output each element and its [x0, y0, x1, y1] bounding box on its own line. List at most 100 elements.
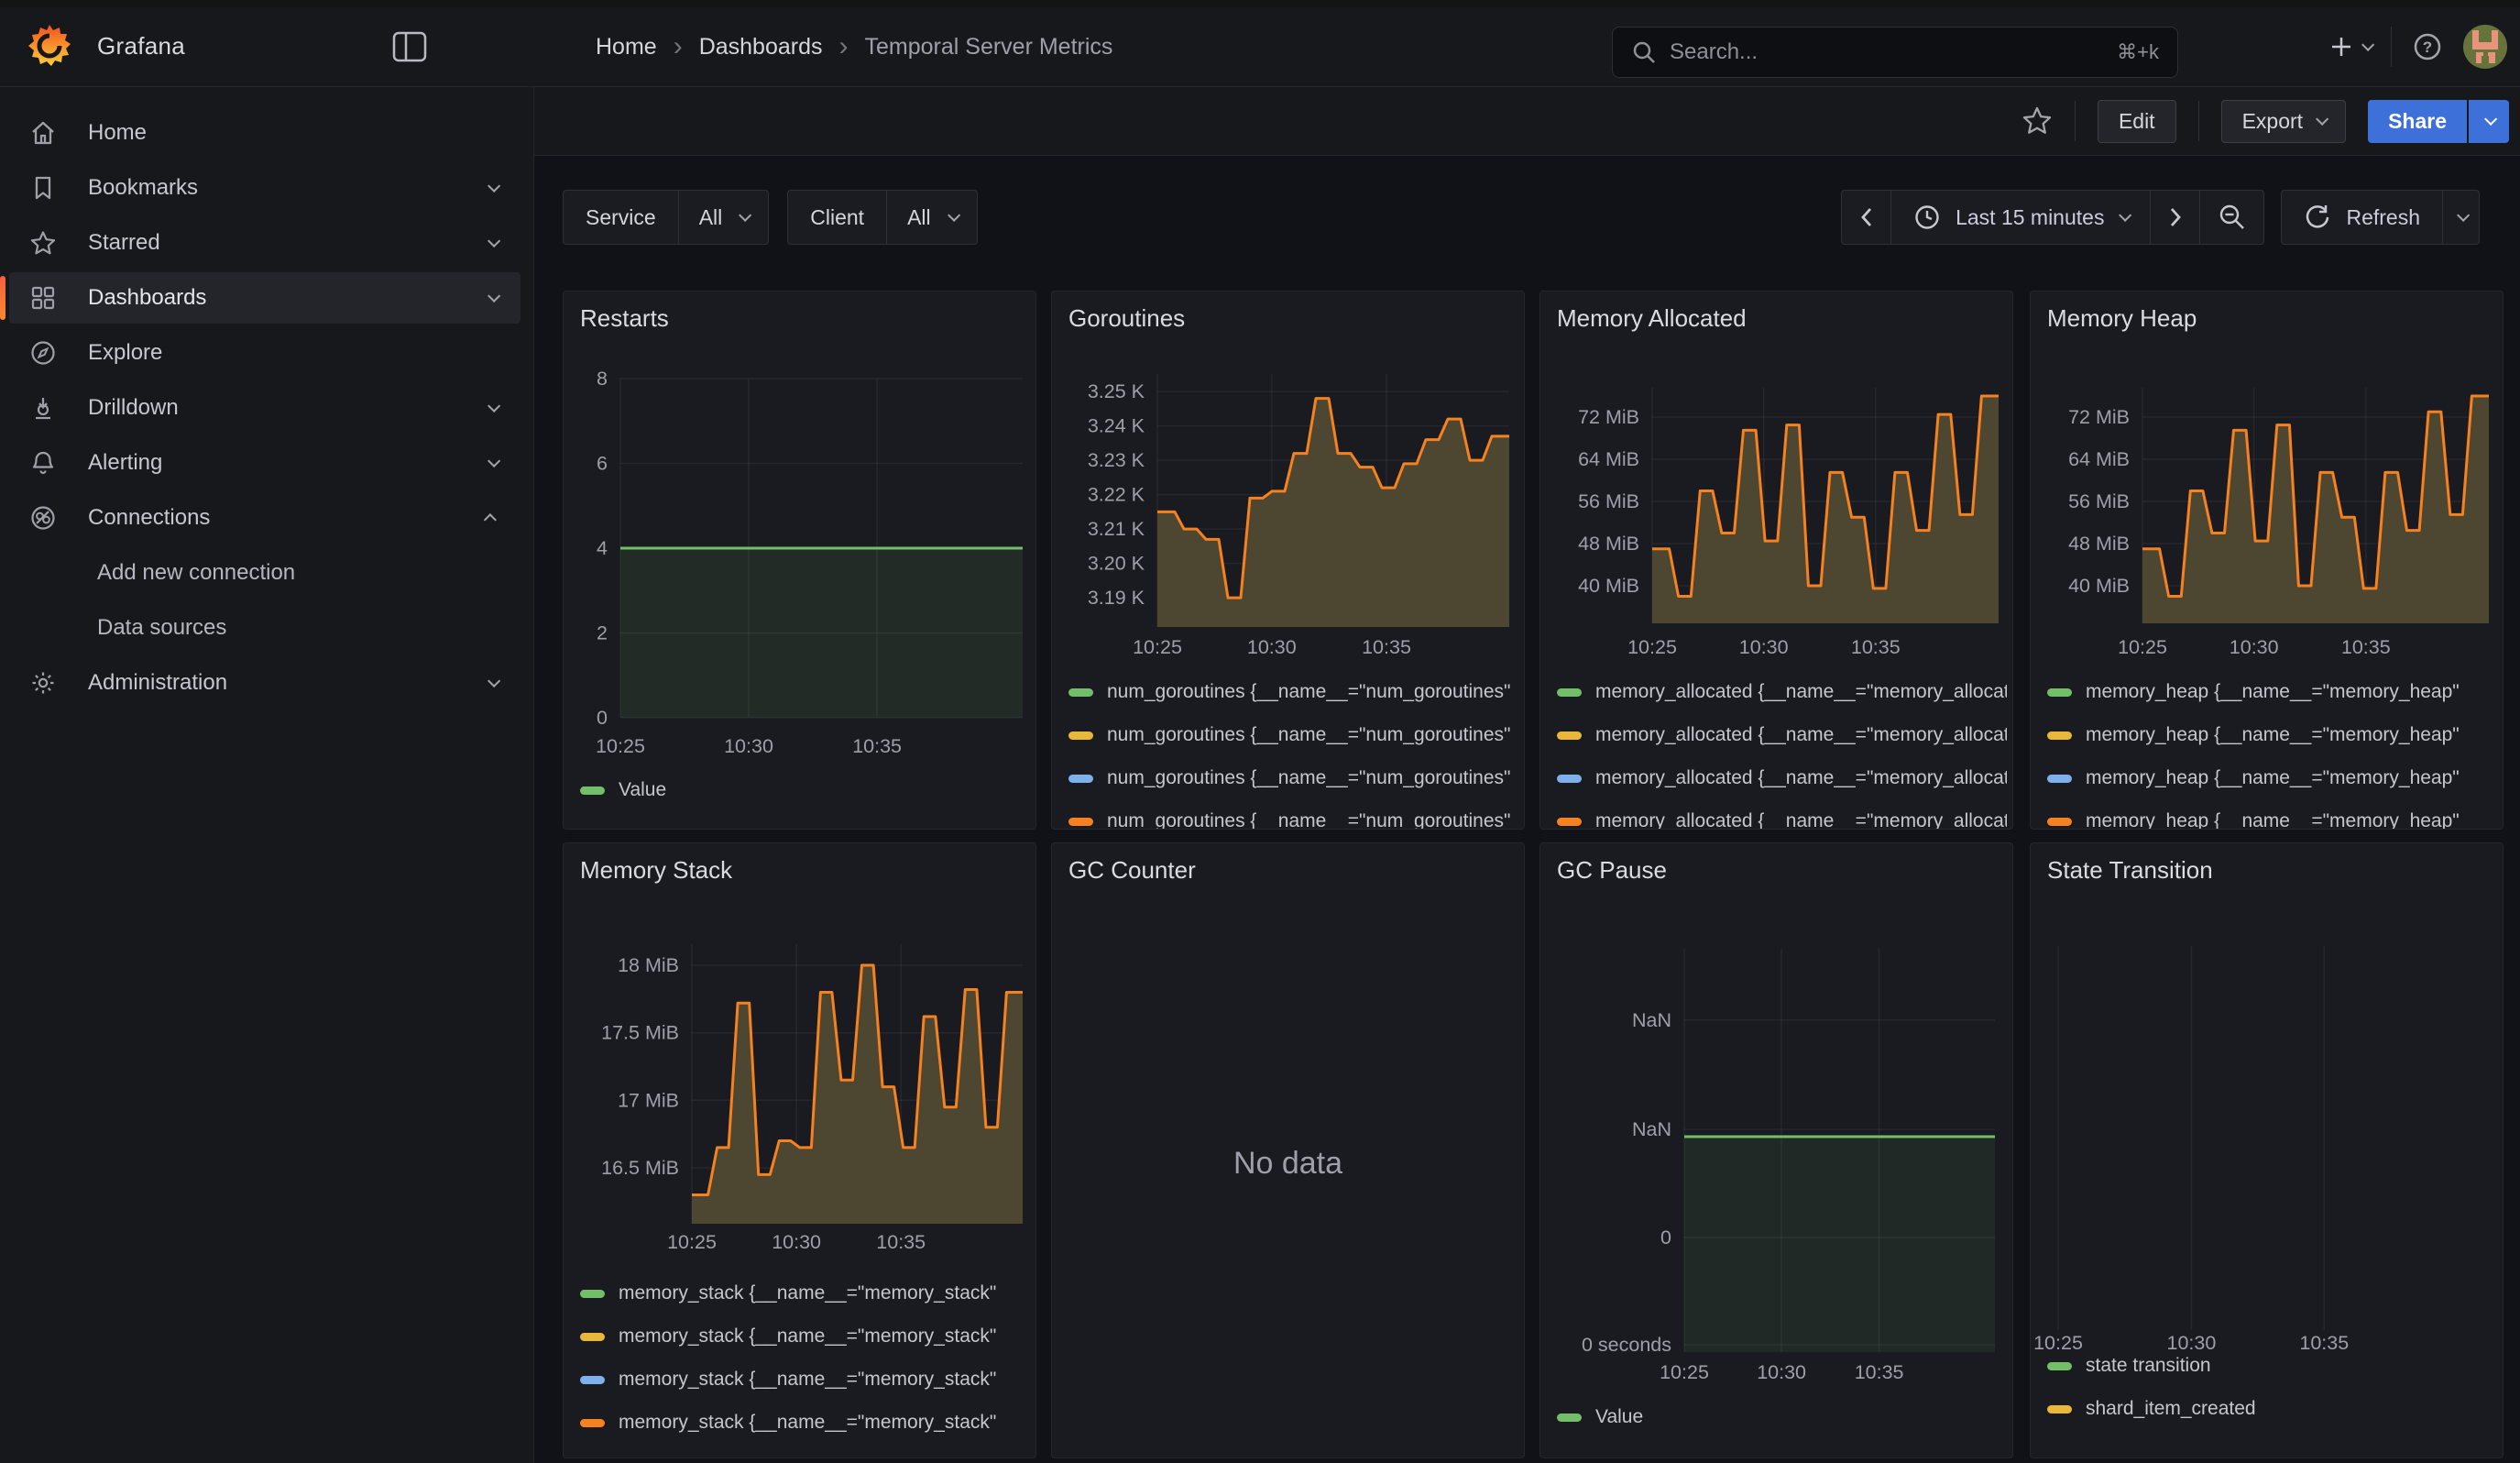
bell-icon — [29, 449, 57, 477]
refresh-button[interactable]: Refresh — [2281, 190, 2443, 245]
sidebar-item-administration[interactable]: Administration — [9, 657, 520, 709]
panel-title[interactable]: Memory Heap — [2047, 304, 2197, 333]
bookmark-icon — [29, 174, 57, 202]
legend-item[interactable]: memory_heap {__name__="memory_heap" — [2047, 680, 2497, 704]
legend-item[interactable]: memory_stack {__name__="memory_stack" — [580, 1368, 1030, 1392]
add-new-button[interactable] — [2328, 34, 2371, 60]
svg-text:3.25 K: 3.25 K — [1088, 380, 1145, 402]
help-icon[interactable]: ? — [2412, 31, 2443, 62]
search-icon — [1631, 39, 1657, 65]
chevron-down-icon[interactable] — [488, 455, 500, 468]
chevron-down-icon[interactable] — [488, 235, 500, 248]
legend-item[interactable]: memory_stack {__name__="memory_stack" — [580, 1282, 1030, 1305]
time-controls: Last 15 minutes Refresh — [1841, 190, 2480, 245]
grafana-logo-icon[interactable] — [26, 22, 73, 70]
sidebar-item-connections[interactable]: Connections — [9, 492, 520, 544]
sidebar-item-alerting[interactable]: Alerting — [9, 437, 520, 489]
panel-title[interactable]: Restarts — [580, 304, 669, 333]
svg-text:40 MiB: 40 MiB — [1578, 575, 1639, 597]
chevron-down-icon — [2484, 113, 2497, 126]
sidebar-item-explore[interactable]: Explore — [9, 327, 520, 379]
chevron-down-icon[interactable] — [488, 675, 500, 688]
legend-item[interactable]: memory_allocated {__name__="memory_alloc… — [1557, 680, 2007, 704]
legend-item[interactable]: num_goroutines {__name__="num_goroutines… — [1068, 723, 1518, 747]
service-variable-select[interactable]: All — [679, 190, 770, 245]
time-back-button[interactable] — [1841, 190, 1891, 245]
svg-text:10:35: 10:35 — [2341, 636, 2391, 658]
panel-title[interactable]: Memory Allocated — [1557, 304, 1747, 333]
svg-text:10:35: 10:35 — [1855, 1361, 1904, 1383]
client-variable-label: Client — [787, 190, 887, 245]
legend-item[interactable]: num_goroutines {__name__="num_goroutines… — [1068, 766, 1518, 790]
panel-gc-counter: GC CounterNo data — [1051, 842, 1525, 1458]
svg-text:10:30: 10:30 — [724, 735, 773, 757]
panel-title[interactable]: Memory Stack — [580, 856, 732, 885]
legend-item[interactable]: num_goroutines {__name__="num_goroutines… — [1068, 680, 1518, 704]
user-avatar[interactable] — [2463, 25, 2507, 69]
sidebar-item-bookmarks[interactable]: Bookmarks — [9, 162, 520, 214]
chart-gc-pause[interactable]: NaNNaN00 seconds10:2510:3010:35 — [1540, 843, 2013, 1458]
favorite-star-icon[interactable] — [2021, 105, 2053, 137]
legend-item[interactable]: memory_stack {__name__="memory_stack" — [580, 1411, 1030, 1435]
legend-item[interactable]: shard_item_created — [2047, 1397, 2497, 1421]
legend-series-label: memory_heap {__name__="memory_heap" — [2086, 767, 2460, 789]
legend-series-marker — [2047, 775, 2072, 783]
legend-item[interactable]: memory_allocated {__name__="memory_alloc… — [1557, 766, 2007, 790]
time-range-picker[interactable]: Last 15 minutes — [1891, 190, 2150, 245]
panel-title[interactable]: GC Counter — [1068, 856, 1196, 885]
svg-text:56 MiB: 56 MiB — [1578, 490, 1639, 512]
edit-button[interactable]: Edit — [2098, 100, 2176, 143]
breadcrumb-dashboards[interactable]: Dashboards — [699, 34, 823, 60]
sidebar-item-add-new-connection[interactable]: Add new connection — [9, 547, 520, 599]
sidebar-item-drilldown[interactable]: Drilldown — [9, 382, 520, 434]
sidebar-item-label: Bookmarks — [88, 175, 488, 201]
legend-item[interactable]: memory_allocated {__name__="memory_alloc… — [1557, 809, 2007, 830]
share-dropdown-button[interactable] — [2469, 100, 2509, 143]
svg-text:3.19 K: 3.19 K — [1088, 587, 1145, 609]
sidebar-item-dashboards[interactable]: Dashboards — [9, 272, 520, 324]
divider — [2391, 27, 2392, 67]
share-button[interactable]: Share — [2368, 100, 2467, 143]
chevron-down-icon[interactable] — [488, 180, 500, 192]
svg-text:2: 2 — [597, 622, 608, 644]
panel-title[interactable]: GC Pause — [1557, 856, 1667, 885]
search-input[interactable] — [1670, 39, 2104, 65]
svg-text:NaN: NaN — [1632, 1118, 1671, 1140]
breadcrumb-separator: › — [672, 31, 685, 62]
legend-item[interactable]: memory_heap {__name__="memory_heap" — [2047, 809, 2497, 830]
legend-series-marker — [2047, 1405, 2072, 1414]
legend-item[interactable]: state transition — [2047, 1354, 2497, 1378]
legend-item[interactable]: memory_allocated {__name__="memory_alloc… — [1557, 723, 2007, 747]
panel-legend: Value — [580, 778, 1030, 821]
legend-series-label: state transition — [2086, 1355, 2211, 1377]
legend-item[interactable]: num_goroutines {__name__="num_goroutines… — [1068, 809, 1518, 830]
svg-text:10:30: 10:30 — [772, 1231, 821, 1253]
sidebar-item-label: Add new connection — [97, 560, 520, 586]
chevron-down-icon[interactable] — [488, 400, 500, 412]
export-button[interactable]: Export — [2221, 100, 2346, 143]
sidebar-item-home[interactable]: Home — [9, 107, 520, 159]
chart-restarts[interactable]: 8642010:2510:3010:35 — [564, 292, 1036, 830]
legend-item[interactable]: Value — [580, 778, 1030, 802]
sidebar-item-starred[interactable]: Starred — [9, 217, 520, 269]
panel-title[interactable]: State Transition — [2047, 856, 2213, 885]
client-variable-select[interactable]: All — [887, 190, 978, 245]
legend-item[interactable]: memory_stack {__name__="memory_stack" — [580, 1325, 1030, 1348]
time-forward-button[interactable] — [2150, 190, 2200, 245]
legend-series-label: memory_allocated {__name__="memory_alloc… — [1595, 810, 2007, 830]
breadcrumb-home[interactable]: Home — [596, 34, 657, 60]
legend-item[interactable]: Value — [1557, 1405, 2007, 1429]
legend-item[interactable]: memory_heap {__name__="memory_heap" — [2047, 766, 2497, 790]
search-box[interactable]: ⌘+k — [1612, 27, 2178, 78]
chevron-down-icon[interactable] — [488, 290, 500, 302]
sidebar-toggle-icon[interactable] — [392, 31, 427, 62]
legend-item[interactable]: memory_heap {__name__="memory_heap" — [2047, 723, 2497, 747]
panel-title[interactable]: Goroutines — [1068, 304, 1185, 333]
legend-series-marker — [1557, 1414, 1582, 1422]
svg-text:10:25: 10:25 — [667, 1231, 717, 1253]
refresh-interval-dropdown[interactable] — [2442, 190, 2480, 245]
legend-series-marker — [2047, 1362, 2072, 1370]
zoom-out-icon[interactable] — [2200, 190, 2264, 245]
sidebar-item-data-sources[interactable]: Data sources — [9, 602, 520, 654]
svg-text:72 MiB: 72 MiB — [2068, 406, 2130, 428]
